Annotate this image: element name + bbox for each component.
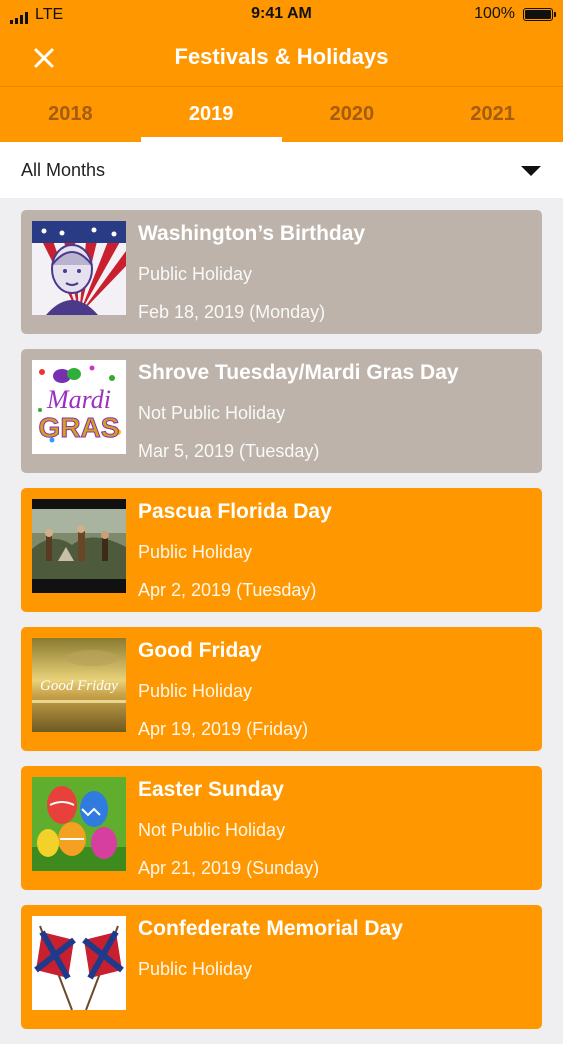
tab-2018[interactable]: 2018: [0, 87, 141, 142]
status-bar: LTE 9:41 AM 100%: [0, 0, 563, 30]
washington-portrait-icon: [32, 221, 126, 315]
historic-painting-icon: [32, 499, 126, 593]
holiday-type: Public Holiday: [138, 542, 253, 562]
svg-text:GRAS: GRAS: [39, 412, 120, 443]
good-friday-sunset-icon: Good Friday: [32, 638, 126, 732]
holiday-list: Washington’s Birthday Public Holiday Feb…: [21, 210, 542, 1044]
easter-eggs-icon: [32, 777, 126, 871]
holiday-date: Apr 19, 2019 (Friday): [138, 719, 309, 739]
holiday-card[interactable]: Mardi GRAS Shrove Tuesday/Mardi Gras Day…: [21, 349, 542, 473]
holiday-card[interactable]: Easter Sunday Not Public Holiday Apr 21,…: [21, 766, 542, 890]
holiday-name: Confederate Memorial Day: [138, 917, 403, 940]
battery-group: 100%: [474, 5, 556, 23]
holiday-name: Shrove Tuesday/Mardi Gras Day: [138, 361, 459, 384]
month-dropdown[interactable]: All Months: [0, 142, 563, 198]
navigation-bar: Festivals & Holidays: [0, 30, 563, 87]
holiday-type: Not Public Holiday: [138, 403, 286, 423]
holiday-date: Feb 18, 2019 (Monday): [138, 302, 326, 322]
tab-2019[interactable]: 2019: [140, 87, 282, 142]
holiday-type: Public Holiday: [138, 681, 253, 701]
holiday-name: Pascua Florida Day: [138, 500, 332, 523]
tab-2020[interactable]: 2020: [282, 87, 423, 142]
caret-down-icon: [521, 166, 541, 176]
tab-2021[interactable]: 2021: [422, 87, 563, 142]
mardi-gras-icon: Mardi GRAS: [32, 360, 126, 454]
page-title: Festivals & Holidays: [174, 44, 389, 69]
holiday-card[interactable]: Confederate Memorial Day Public Holiday: [21, 905, 542, 1029]
month-dropdown-value: All Months: [21, 160, 106, 180]
holiday-name: Good Friday: [138, 639, 262, 662]
holiday-date: Apr 2, 2019 (Tuesday): [138, 580, 317, 600]
holiday-name: Easter Sunday: [138, 778, 284, 801]
year-tabs: 2018 2019 2020 2021: [0, 87, 563, 142]
battery-icon: [523, 7, 556, 21]
holiday-type: Public Holiday: [138, 264, 253, 284]
holiday-name: Washington’s Birthday: [138, 222, 366, 245]
holiday-type: Not Public Holiday: [138, 820, 286, 840]
holiday-type: Public Holiday: [138, 959, 253, 979]
confederate-flags-icon: [32, 916, 126, 1010]
holiday-card[interactable]: Washington’s Birthday Public Holiday Feb…: [21, 210, 542, 334]
holiday-date: Mar 5, 2019 (Tuesday): [138, 441, 320, 461]
svg-text:Mardi: Mardi: [46, 385, 111, 414]
holiday-card[interactable]: Pascua Florida Day Public Holiday Apr 2,…: [21, 488, 542, 612]
battery-percent: 100%: [474, 5, 515, 22]
svg-text:Good Friday: Good Friday: [40, 678, 118, 694]
holiday-date: Apr 21, 2019 (Sunday): [138, 858, 320, 878]
holiday-card[interactable]: Good Friday Good Friday Public Holiday A…: [21, 627, 542, 751]
